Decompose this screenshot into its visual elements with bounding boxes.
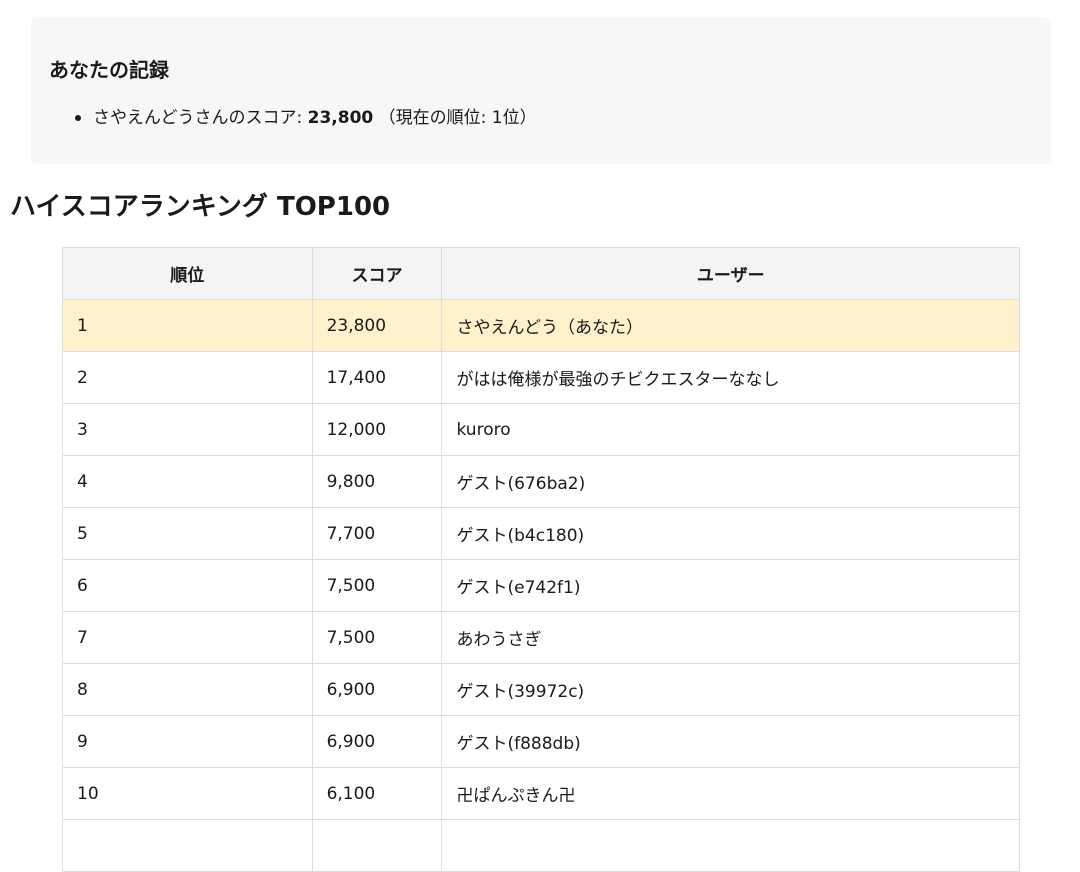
rank-cell xyxy=(62,819,313,872)
rank-cell: 2 xyxy=(62,351,313,404)
score-cell xyxy=(311,819,443,872)
my-record-title: あなたの記録 xyxy=(49,58,169,82)
table-row xyxy=(62,819,1020,872)
header-score: スコア xyxy=(311,247,443,300)
my-record-list: さやえんどうさんのスコア: 23,800 （現在の順位: 1位） xyxy=(75,105,537,131)
score-cell: 12,000 xyxy=(311,403,443,456)
table-row: 4 9,800 ゲスト(676ba2) xyxy=(62,455,1020,508)
rank-cell: 7 xyxy=(62,611,313,664)
user-cell: kuroro xyxy=(441,403,1020,456)
rank-cell: 4 xyxy=(62,455,313,508)
table-row: 8 6,900 ゲスト(39972c) xyxy=(62,663,1020,716)
user-cell: ゲスト(b4c180) xyxy=(441,507,1020,560)
table-row: 2 17,400 がはは俺様が最強のチビクエスターななし xyxy=(62,351,1020,404)
user-cell: ゲスト(e742f1) xyxy=(441,559,1020,612)
table-row: 10 6,100 卍ぱんぷきん卍 xyxy=(62,767,1020,820)
my-score-item: さやえんどうさんのスコア: 23,800 （現在の順位: 1位） xyxy=(75,105,537,131)
rank-cell: 8 xyxy=(62,663,313,716)
rank-cell: 9 xyxy=(62,715,313,768)
rank-cell: 6 xyxy=(62,559,313,612)
my-rank-text: （現在の順位: 1位） xyxy=(373,108,537,128)
user-cell: さやえんどう（あなた） xyxy=(441,299,1020,352)
rank-cell: 10 xyxy=(62,767,313,820)
score-cell: 6,100 xyxy=(311,767,443,820)
rank-cell: 3 xyxy=(62,403,313,456)
ranking-title: ハイスコアランキング TOP100 xyxy=(10,192,391,222)
table-row: 1 23,800 さやえんどう（あなた） xyxy=(62,299,1020,352)
score-cell: 17,400 xyxy=(311,351,443,404)
user-cell: ゲスト(676ba2) xyxy=(441,455,1020,508)
ranking-table: 順位 スコア ユーザー 1 23,800 さやえんどう（あなた） 2 17,40… xyxy=(62,247,1020,872)
table-row: 7 7,500 あわうさぎ xyxy=(62,611,1020,664)
user-cell: ゲスト(f888db) xyxy=(441,715,1020,768)
my-score-label: さやえんどうさんのスコア: xyxy=(93,108,308,128)
score-cell: 6,900 xyxy=(311,663,443,716)
score-cell: 6,900 xyxy=(311,715,443,768)
table-row: 6 7,500 ゲスト(e742f1) xyxy=(62,559,1020,612)
user-cell: ゲスト(39972c) xyxy=(441,663,1020,716)
header-user: ユーザー xyxy=(441,247,1020,300)
my-record-panel: あなたの記録 さやえんどうさんのスコア: 23,800 （現在の順位: 1位） xyxy=(31,17,1051,164)
rank-cell: 5 xyxy=(62,507,313,560)
rank-cell: 1 xyxy=(62,299,313,352)
score-cell: 7,500 xyxy=(311,559,443,612)
score-cell: 23,800 xyxy=(311,299,443,352)
score-cell: 7,500 xyxy=(311,611,443,664)
user-cell: あわうさぎ xyxy=(441,611,1020,664)
user-cell: 卍ぱんぷきん卍 xyxy=(441,767,1020,820)
my-score-value: 23,800 xyxy=(307,108,374,128)
ranking-header-row: 順位 スコア ユーザー xyxy=(62,247,1020,300)
table-row: 3 12,000 kuroro xyxy=(62,403,1020,456)
score-cell: 9,800 xyxy=(311,455,443,508)
user-cell xyxy=(441,819,1020,872)
table-row: 9 6,900 ゲスト(f888db) xyxy=(62,715,1020,768)
score-cell: 7,700 xyxy=(311,507,443,560)
header-rank: 順位 xyxy=(62,247,313,300)
table-row: 5 7,700 ゲスト(b4c180) xyxy=(62,507,1020,560)
user-cell: がはは俺様が最強のチビクエスターななし xyxy=(441,351,1020,404)
